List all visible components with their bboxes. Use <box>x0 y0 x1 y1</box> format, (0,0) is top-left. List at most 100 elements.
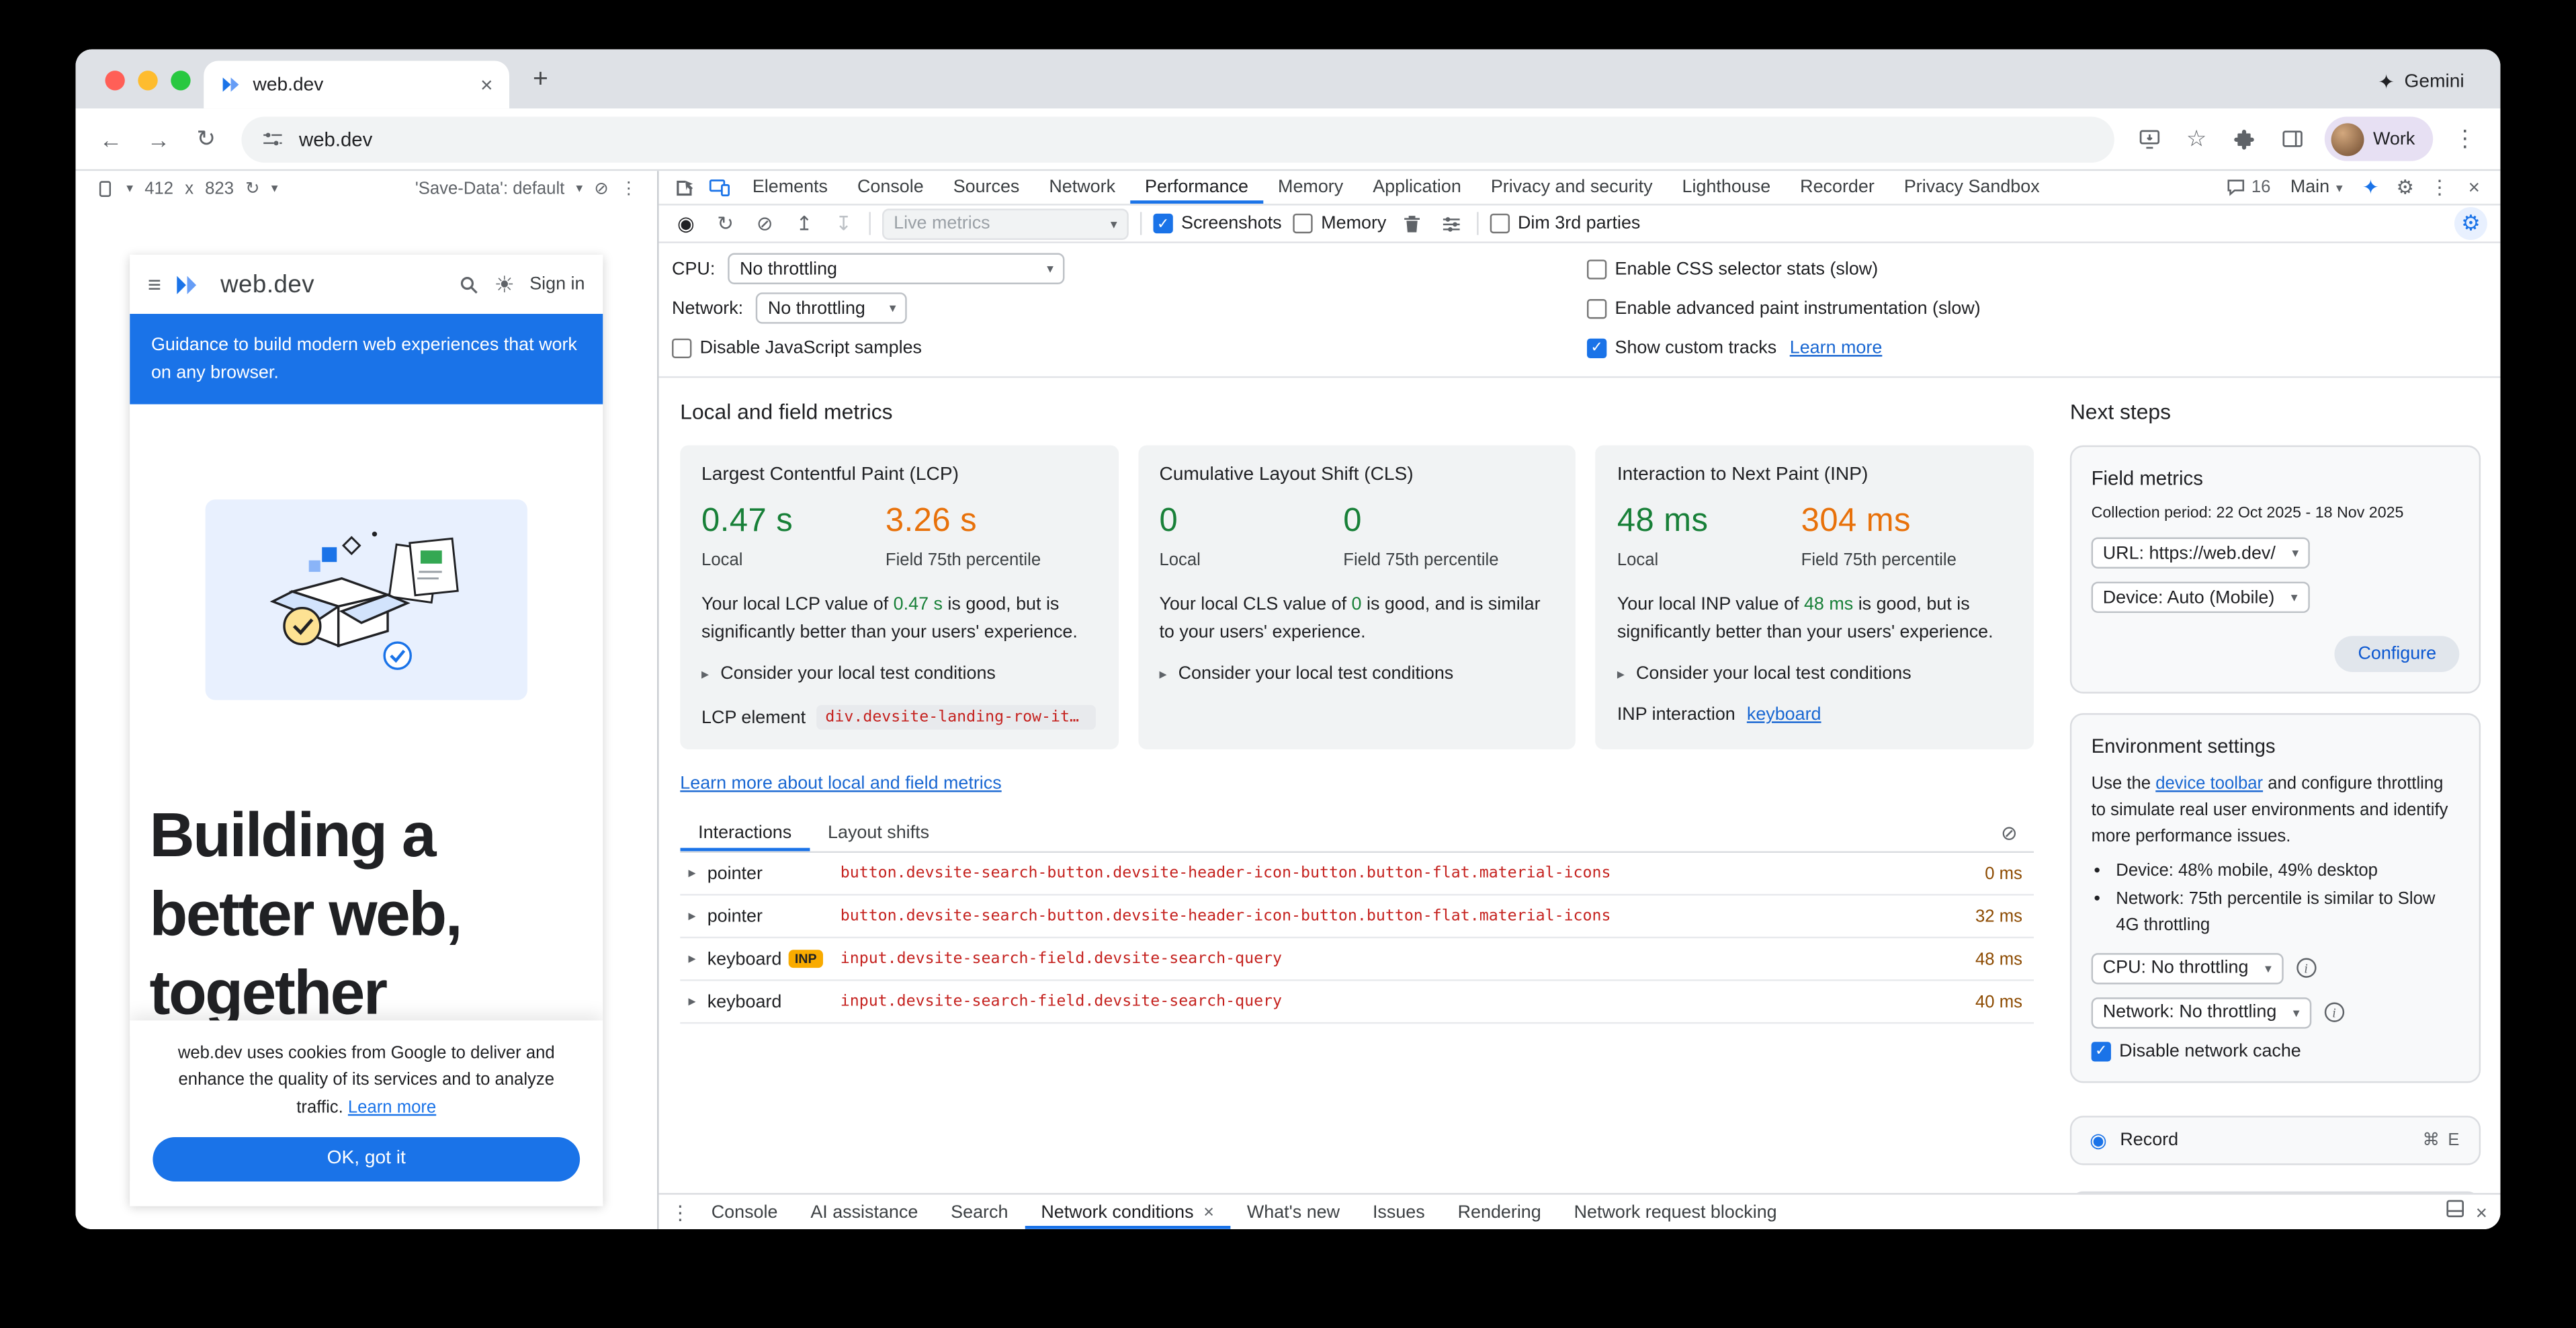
device-toolbar-link[interactable]: device toolbar <box>2155 774 2263 794</box>
expand-icon[interactable]: ▸ <box>688 864 695 882</box>
cookie-learn-more-link[interactable]: Learn more <box>348 1097 436 1117</box>
save-data-select[interactable]: 'Save-Data': default <box>415 178 564 198</box>
zoom-select-caret-icon[interactable]: ▾ <box>271 181 278 196</box>
tab-memory[interactable]: Memory <box>1263 171 1358 204</box>
theme-toggle-icon[interactable]: ☀ <box>494 270 515 298</box>
hamburger-menu-icon[interactable]: ≡ <box>148 271 161 297</box>
tab-close-icon[interactable]: × <box>480 74 493 95</box>
tab-lighthouse[interactable]: Lighthouse <box>1668 171 1786 204</box>
site-brand[interactable]: web.dev <box>220 270 314 298</box>
inspect-element-icon[interactable] <box>665 171 701 204</box>
bookmark-star-button[interactable]: ☆ <box>2174 117 2219 161</box>
consider-conditions-toggle[interactable]: ▸ Consider your local test conditions <box>701 664 1097 683</box>
drawer-tab-issues[interactable]: Issues <box>1357 1195 1442 1229</box>
lcp-element-chip[interactable]: div.devsite-landing-row-item-d… <box>817 705 1097 730</box>
drawer-tab-network-conditions[interactable]: Network conditions × <box>1025 1195 1231 1229</box>
interaction-row[interactable]: ▸ pointer button.devsite-search-button.d… <box>680 896 2034 939</box>
consider-conditions-toggle[interactable]: ▸ Consider your local test conditions <box>1159 664 1554 683</box>
expand-icon[interactable]: ▸ <box>688 907 695 925</box>
sidebar-network-throttle-select[interactable]: Network: No throttling ▾ <box>2092 997 2311 1028</box>
sign-in-link[interactable]: Sign in <box>529 274 585 294</box>
tab-privacy-sandbox[interactable]: Privacy Sandbox <box>1889 171 2055 204</box>
load-profile-icon[interactable]: ↥ <box>790 210 818 238</box>
close-drawer-icon[interactable]: × <box>2476 1200 2487 1223</box>
minimize-window-button[interactable] <box>138 71 157 90</box>
sidebar-cpu-throttle-select[interactable]: CPU: No throttling ▾ <box>2092 953 2283 984</box>
memory-checkbox[interactable] <box>1293 214 1313 233</box>
consider-conditions-toggle[interactable]: ▸ Consider your local test conditions <box>1617 664 2012 683</box>
sliders-icon[interactable] <box>1437 210 1465 238</box>
configure-button[interactable]: Configure <box>2335 636 2459 672</box>
forward-button[interactable]: → <box>136 117 181 161</box>
address-bar[interactable]: web.dev <box>241 116 2113 161</box>
collect-garbage-icon[interactable] <box>1398 210 1426 238</box>
drawer-tab-whats-new[interactable]: What's new <box>1230 1195 1356 1229</box>
drawer-tab-ai-assistance[interactable]: AI assistance <box>794 1195 935 1229</box>
drawer-tab-search[interactable]: Search <box>935 1195 1025 1229</box>
interaction-row[interactable]: ▸ keyboard INP input.devsite-search-fiel… <box>680 938 2034 981</box>
custom-tracks-row[interactable]: ✓ Show custom tracks <box>1587 337 1776 357</box>
dim-third-parties-checkbox[interactable] <box>1490 214 1509 233</box>
record-button-row[interactable]: ◉ Record ⌘ E <box>2070 1116 2481 1165</box>
device-select[interactable]: Device: Auto (Mobile) ▾ <box>2092 582 2309 613</box>
paint-instrumentation-row[interactable]: Enable advanced paint instrumentation (s… <box>1587 298 1981 318</box>
devtools-more-icon[interactable]: ⋮ <box>2423 176 2456 199</box>
context-select[interactable]: Main ▾ <box>2280 177 2352 197</box>
extensions-button[interactable] <box>2222 117 2266 161</box>
close-drawer-tab-icon[interactable]: × <box>1203 1202 1214 1222</box>
device-select-caret-icon[interactable]: ▾ <box>126 181 133 196</box>
record-button[interactable]: ◉ <box>672 210 700 238</box>
side-panel-button[interactable] <box>2270 117 2314 161</box>
interaction-row[interactable]: ▸ pointer button.devsite-search-button.d… <box>680 853 2034 896</box>
install-button[interactable] <box>2127 117 2171 161</box>
memory-checkbox-row[interactable]: Memory <box>1293 214 1387 233</box>
paint-instrumentation-checkbox[interactable] <box>1587 298 1606 318</box>
cpu-throttling-select[interactable]: No throttling ▾ <box>728 253 1065 284</box>
dim-third-parties-checkbox-row[interactable]: Dim 3rd parties <box>1490 214 1640 233</box>
interaction-row[interactable]: ▸ keyboard input.devsite-search-field.de… <box>680 981 2034 1024</box>
drawer-tab-console[interactable]: Console <box>695 1195 794 1229</box>
expand-icon[interactable]: ▸ <box>688 993 695 1011</box>
record-reload-button-icon[interactable]: ↻ <box>712 210 740 238</box>
viewport-width[interactable]: 412 <box>144 178 173 198</box>
devtools-settings-icon[interactable]: ⚙ <box>2389 176 2421 199</box>
tab-sources[interactable]: Sources <box>939 171 1035 204</box>
tab-recorder[interactable]: Recorder <box>1785 171 1889 204</box>
expand-icon[interactable]: ▸ <box>688 950 695 968</box>
tab-layout-shifts[interactable]: Layout shifts <box>810 813 947 851</box>
new-tab-button[interactable]: + <box>519 59 562 102</box>
capture-settings-gear-icon[interactable]: ⚙ <box>2454 207 2487 240</box>
info-icon[interactable]: i <box>2324 1003 2344 1023</box>
tab-interactions[interactable]: Interactions <box>680 813 810 851</box>
css-selector-stats-checkbox[interactable] <box>1587 259 1606 278</box>
tab-performance[interactable]: Performance <box>1130 171 1263 204</box>
tab-elements[interactable]: Elements <box>738 171 843 204</box>
info-icon[interactable]: i <box>2296 958 2315 978</box>
history-select[interactable]: Live metrics ▾ <box>882 208 1129 239</box>
disable-js-samples-row[interactable]: Disable JavaScript samples <box>672 337 922 357</box>
screenshots-checkbox[interactable]: ✓ <box>1153 214 1172 233</box>
clear-log-icon[interactable]: ⊘ <box>2001 821 2034 843</box>
url-select[interactable]: URL: https://web.dev/ ▾ <box>2092 538 2311 569</box>
throttling-block-icon[interactable]: ⊘ <box>594 178 609 198</box>
back-button[interactable]: ← <box>89 117 133 161</box>
rotate-icon[interactable]: ↻ <box>245 178 260 198</box>
disable-cache-row[interactable]: ✓ Disable network cache <box>2092 1042 2460 1061</box>
dock-side-icon[interactable] <box>2444 1197 2466 1227</box>
browser-menu-button[interactable]: ⋮ <box>2443 117 2487 161</box>
save-data-caret-icon[interactable]: ▾ <box>576 181 583 196</box>
drawer-tab-rendering[interactable]: Rendering <box>1441 1195 1557 1229</box>
close-window-button[interactable] <box>105 71 124 90</box>
reload-button[interactable]: ↻ <box>184 117 228 161</box>
tab-application[interactable]: Application <box>1358 171 1476 204</box>
drawer-tab-network-request-blocking[interactable]: Network request blocking <box>1557 1195 1793 1229</box>
save-profile-icon[interactable]: ↧ <box>830 210 858 238</box>
browser-tab[interactable]: web.dev × <box>204 60 509 108</box>
device-more-button[interactable]: ⋮ <box>620 178 638 198</box>
css-selector-stats-row[interactable]: Enable CSS selector stats (slow) <box>1587 259 1878 278</box>
custom-tracks-learn-more-link[interactable]: Learn more <box>1790 337 1883 357</box>
tab-privacy-security[interactable]: Privacy and security <box>1476 171 1668 204</box>
drawer-more-icon[interactable]: ⋮ <box>665 1195 695 1229</box>
custom-tracks-checkbox[interactable]: ✓ <box>1587 337 1606 357</box>
console-messages-badge[interactable]: 16 <box>2219 177 2279 197</box>
